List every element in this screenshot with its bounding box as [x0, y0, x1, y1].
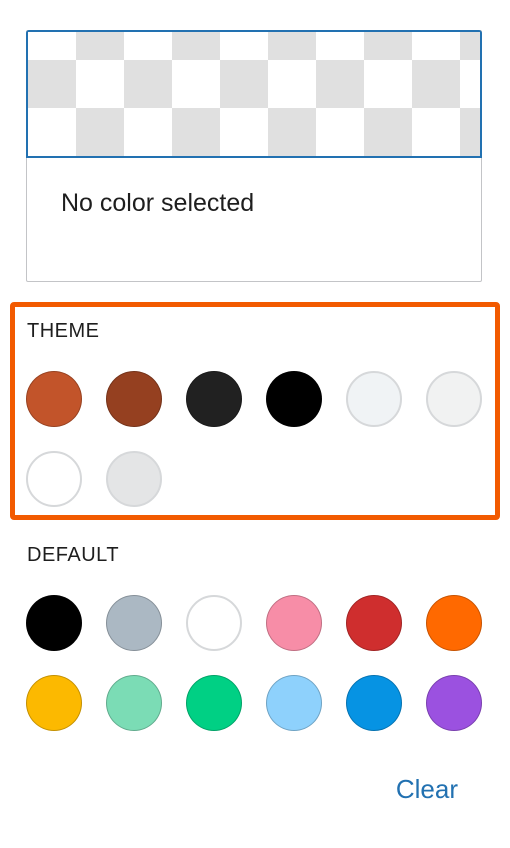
default-swatch-8[interactable]	[106, 675, 162, 731]
theme-swatch-6[interactable]	[426, 371, 482, 427]
default-swatch-10[interactable]	[266, 675, 322, 731]
default-swatch-9[interactable]	[186, 675, 242, 731]
theme-swatch-3[interactable]	[186, 371, 242, 427]
theme-swatch-1[interactable]	[26, 371, 82, 427]
clear-button[interactable]: Clear	[396, 774, 458, 805]
transparency-checkerboard	[28, 32, 480, 156]
default-swatch-11[interactable]	[346, 675, 402, 731]
default-swatch-7[interactable]	[26, 675, 82, 731]
color-value-text: No color selected	[61, 189, 255, 217]
default-swatch-4[interactable]	[266, 595, 322, 651]
theme-swatch-7[interactable]	[26, 451, 82, 507]
color-preview-panel: No color selected	[26, 30, 482, 282]
default-swatch-12[interactable]	[426, 675, 482, 731]
default-section-label: DEFAULT	[27, 544, 120, 566]
default-swatch-2[interactable]	[106, 595, 162, 651]
default-swatch-5[interactable]	[346, 595, 402, 651]
default-swatch-6[interactable]	[426, 595, 482, 651]
default-swatch-3[interactable]	[186, 595, 242, 651]
theme-swatch-8[interactable]	[106, 451, 162, 507]
color-preview-swatch[interactable]	[26, 30, 482, 158]
theme-section-label: THEME	[27, 320, 100, 342]
theme-swatch-2[interactable]	[106, 371, 162, 427]
theme-swatch-5[interactable]	[346, 371, 402, 427]
theme-swatch-4[interactable]	[266, 371, 322, 427]
default-swatch-1[interactable]	[26, 595, 82, 651]
